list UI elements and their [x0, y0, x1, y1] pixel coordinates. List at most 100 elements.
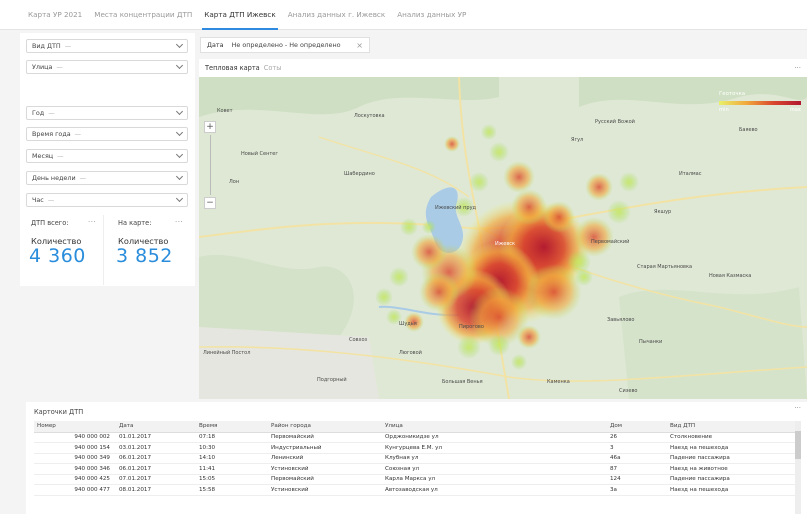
table-cell: Клубная ул [382, 453, 607, 464]
table-cell: Столкновение [667, 432, 796, 443]
month-value: — [57, 152, 64, 160]
col-time[interactable]: Время [196, 421, 268, 433]
table-cell: 46а [607, 453, 667, 464]
vid-dtp-value: — [64, 42, 72, 50]
date-filter[interactable]: Дата Не определено - Не определено × [200, 37, 370, 53]
table-row[interactable]: 940 000 154 03.01.2017 10:30 Индустриальный… [34, 442, 796, 454]
chevron-down-icon [175, 194, 184, 203]
date-value: Не определено - Не определено [231, 41, 341, 49]
table-cell: Наезд на пешехода [667, 484, 796, 496]
map-view-heatmap[interactable]: Тепловая карта [205, 64, 260, 72]
col-number[interactable]: Номер [34, 421, 116, 433]
weekday-label: День недели [32, 174, 76, 182]
table-cell: Орджоникидзе ул [382, 432, 607, 443]
season-value: — [74, 130, 82, 138]
table-cell: 3а [607, 484, 667, 496]
map-menu[interactable]: ··· [794, 64, 801, 72]
table-scrollbar[interactable] [795, 421, 801, 514]
weekday-select[interactable]: День недели — [26, 171, 188, 185]
tab-analysis-izhevsk[interactable]: Анализ данных г. Ижевск [282, 10, 392, 29]
scrollbar-thumb[interactable] [795, 431, 801, 459]
table-cell: 940 000 346 [34, 463, 116, 475]
map-label-yagan: Ягул [571, 137, 584, 143]
col-type[interactable]: Вид ДТП [667, 421, 796, 433]
vid-dtp-select[interactable]: Вид ДТП — [26, 39, 188, 53]
zoom-out-button[interactable]: − [204, 197, 216, 209]
map-label-pirogovo: Пирогово [459, 324, 484, 330]
map-label-novaya-kazmaska: Новая Казмаска [709, 273, 752, 279]
map-label-bolshaya-venya: Большая Венья [442, 379, 483, 385]
table-header-row: Номер Дата Время Район города Улица Дом … [34, 421, 796, 433]
table-cell: 940 000 425 [34, 474, 116, 485]
table-cell: 14:10 [196, 453, 268, 464]
col-house[interactable]: Дом [607, 421, 667, 433]
table-cell: 07:18 [196, 432, 268, 443]
table-cell: Устиновский [268, 463, 382, 475]
table-cell: Кунгурцева Е.М. ул [382, 442, 607, 454]
table-cell: 11:41 [196, 463, 268, 475]
table-cell: 07.01.2017 [116, 474, 196, 485]
map-canvas [199, 77, 807, 399]
chevron-down-icon [175, 128, 184, 137]
legend-title: Геоточка [719, 91, 746, 97]
table-row[interactable]: 940 000 477 08.01.2017 15:58 Устиновский Авт… [34, 484, 796, 496]
table-row[interactable]: 940 000 349 06.01.2017 14:10 Ленинский Клубн… [34, 453, 796, 464]
map-label-sovhoz: Совхоз [349, 337, 368, 343]
map-label-italmas: Италмас [679, 171, 702, 177]
street-value: — [56, 63, 63, 71]
year-value: — [48, 109, 55, 117]
kpi-map-menu[interactable]: ··· [175, 218, 183, 226]
zoom-slider-track[interactable] [209, 135, 211, 195]
month-select[interactable]: Месяц — [26, 149, 188, 163]
map-label-pervomaysky: Первомайский [591, 239, 630, 245]
map-label-pecheni: Пычанки [639, 339, 663, 345]
table-cell: 940 000 154 [34, 442, 116, 454]
kpi-total-menu[interactable]: ··· [88, 218, 96, 226]
table-cell: Первомайский [268, 474, 382, 485]
table-cell: 15:58 [196, 484, 268, 496]
table-cell: 15:05 [196, 474, 268, 485]
table-cell: 06.01.2017 [116, 463, 196, 475]
table-row[interactable]: 940 000 346 06.01.2017 11:41 Устиновский Сою… [34, 463, 796, 475]
zoom-in-button[interactable]: + [204, 121, 216, 133]
col-date[interactable]: Дата [116, 421, 196, 433]
street-select[interactable]: Улица — [26, 60, 188, 74]
table-menu[interactable]: ··· [794, 404, 801, 412]
table-cell: 03.01.2017 [116, 442, 196, 454]
kpi-total-title: ДТП всего: [31, 219, 69, 227]
col-street[interactable]: Улица [382, 421, 607, 433]
table-row[interactable]: 940 000 002 01.01.2017 07:18 Первомайский Ор… [34, 432, 796, 443]
map-view-hexbin[interactable]: Соты [264, 64, 282, 72]
vid-dtp-label: Вид ДТП [32, 42, 61, 50]
map-label-yakshur: Якшур [654, 209, 672, 215]
tab-map-izhevsk[interactable]: Карта ДТП Ижевск [198, 10, 281, 30]
map-label-novy-sentyag: Новый Сентег [241, 151, 279, 157]
table-cell: Союзная ул [382, 463, 607, 475]
heatmap-map[interactable]: Ковет Лоскутовка Русский Вожой Баяево Но… [199, 77, 807, 399]
hour-select[interactable]: Час — [26, 193, 188, 207]
kpi-total-value: 4 360 [29, 245, 86, 267]
close-icon[interactable]: × [356, 41, 363, 50]
tab-analysis-ur[interactable]: Анализ данных УР [391, 10, 472, 29]
season-select[interactable]: Время года — [26, 127, 188, 141]
map-label-baikino: Баяево [739, 127, 758, 133]
map-label-shabardino: Шабердино [344, 171, 375, 177]
weekday-value: — [79, 174, 86, 182]
map-label-lyon: Лон [229, 179, 240, 185]
tab-map-ur-2021[interactable]: Карта УР 2021 [22, 10, 88, 29]
map-label-lyudoveny: Люговой [399, 350, 422, 356]
map-label-podgorny: Подгорный [317, 377, 347, 383]
table-cell: 124 [607, 474, 667, 485]
table-cell: 01.01.2017 [116, 432, 196, 443]
map-label-lineyny: Линейный Постол [203, 350, 251, 356]
table-row[interactable]: 940 000 425 07.01.2017 15:05 Первомайский Ка… [34, 474, 796, 485]
chevron-down-icon [175, 61, 184, 70]
table-cell: Индустриальный [268, 442, 382, 454]
table-cell: Карла Маркса ул [382, 474, 607, 485]
tab-concentration-places[interactable]: Места концентрации ДТП [88, 10, 198, 29]
table-cell: 87 [607, 463, 667, 475]
year-select[interactable]: Год — [26, 106, 188, 120]
month-label: Месяц [32, 152, 54, 160]
dtp-cards-table: Номер Дата Время Район города Улица Дом … [34, 421, 796, 496]
col-district[interactable]: Район города [268, 421, 382, 433]
